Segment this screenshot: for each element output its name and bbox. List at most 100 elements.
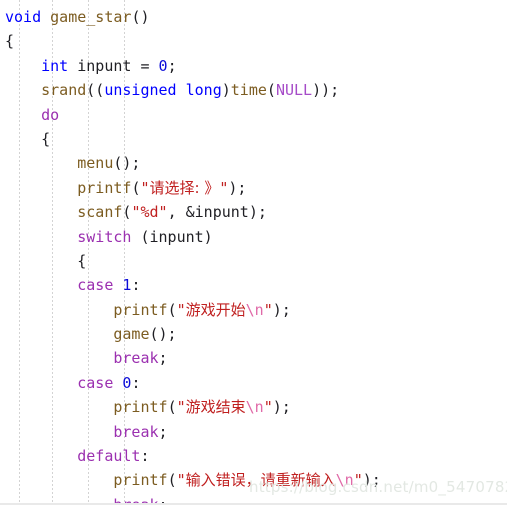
code-token: printf (113, 300, 168, 319)
code-line[interactable]: printf("游戏结束\n"); (5, 395, 507, 419)
code-token: (inpunt) (131, 227, 213, 246)
code-token: default (77, 447, 141, 466)
code-token: case (77, 373, 114, 392)
code-line[interactable]: { (5, 249, 507, 273)
code-line[interactable]: printf("游戏开始\n"); (5, 298, 507, 322)
code-token: : (131, 276, 141, 295)
code-token: " (219, 178, 229, 197)
code-line[interactable]: switch (inpunt) (5, 225, 507, 249)
code-token: void (5, 8, 42, 26)
code-token: break (113, 422, 159, 441)
code-lines: void game_star(){ int inpunt = 0; srand(… (0, 0, 507, 505)
code-token: { (5, 129, 51, 148)
code-token: " (176, 398, 186, 417)
code-token: ( (167, 300, 177, 319)
code-token: ); (272, 398, 291, 417)
code-token: ) (221, 81, 231, 100)
code-line[interactable]: int inpunt = 0; (5, 54, 507, 78)
code-token: game_star (50, 8, 132, 26)
code-token: scanf (77, 203, 123, 222)
code-token: () (131, 8, 150, 26)
code-token: ; (158, 349, 168, 368)
code-token: do (41, 105, 60, 124)
code-token: ; (158, 422, 168, 441)
code-line[interactable]: case 0: (5, 371, 507, 395)
code-token: ); (272, 300, 291, 319)
code-token: case (77, 276, 114, 295)
code-token: 请选择: 》 (149, 178, 220, 197)
code-token: game (113, 325, 150, 344)
code-line[interactable]: { (5, 127, 507, 151)
code-token: " (176, 471, 186, 490)
code-token: ( (167, 398, 177, 417)
code-token: NULL (275, 81, 313, 100)
code-token: printf (77, 178, 132, 197)
code-token: switch (77, 227, 132, 246)
code-token: 游戏开始 (185, 300, 246, 319)
code-token: ( (266, 81, 276, 100)
code-viewer[interactable]: void game_star(){ int inpunt = 0; srand(… (0, 0, 507, 505)
code-token: " (263, 398, 273, 417)
code-token: printf (113, 471, 168, 490)
code-line[interactable]: break; (5, 346, 507, 370)
code-line[interactable]: game(); (5, 322, 507, 346)
code-token: break (113, 349, 159, 368)
code-token: (( (86, 81, 105, 100)
code-token: break (113, 495, 159, 505)
code-token: { (5, 32, 15, 51)
code-line[interactable]: do (5, 103, 507, 127)
code-token: time (230, 81, 267, 100)
code-token: ); (228, 178, 247, 197)
code-line[interactable]: srand((unsigned long)time(NULL)); (5, 78, 507, 102)
code-token: : (131, 373, 141, 392)
code-token: "%d" (131, 203, 168, 222)
code-token: 0 (158, 56, 168, 75)
code-token: " (263, 300, 273, 319)
code-token: ( (167, 471, 177, 490)
code-token: printf (113, 398, 168, 417)
csdn-watermark: https://blog.csdn.net/m0_54707823 (249, 478, 507, 496)
code-token: \n (245, 398, 264, 417)
code-token: inpunt = (68, 56, 159, 75)
code-token: " (140, 178, 150, 197)
code-line[interactable]: void game_star() (5, 5, 507, 29)
code-token: 游戏结束 (185, 398, 246, 417)
code-token: (); (113, 154, 141, 173)
code-line[interactable]: default: (5, 444, 507, 468)
code-token: ; (158, 495, 168, 505)
code-line[interactable]: printf("请选择: 》"); (5, 176, 507, 200)
code-token: unsigned (104, 81, 177, 100)
code-line[interactable]: case 1: (5, 273, 507, 297)
code-line[interactable]: { (5, 29, 507, 53)
code-line[interactable]: break; (5, 420, 507, 444)
code-token: ; (167, 56, 177, 75)
code-token: : (140, 447, 150, 466)
code-token: srand (41, 81, 87, 100)
code-token: , &inpunt); (167, 203, 267, 222)
code-token: long (185, 81, 222, 100)
code-token: menu (77, 154, 114, 173)
code-line[interactable]: menu(); (5, 151, 507, 175)
code-token: int (41, 56, 69, 75)
code-token: \n (245, 300, 264, 319)
code-line[interactable]: scanf("%d", &inpunt); (5, 200, 507, 224)
